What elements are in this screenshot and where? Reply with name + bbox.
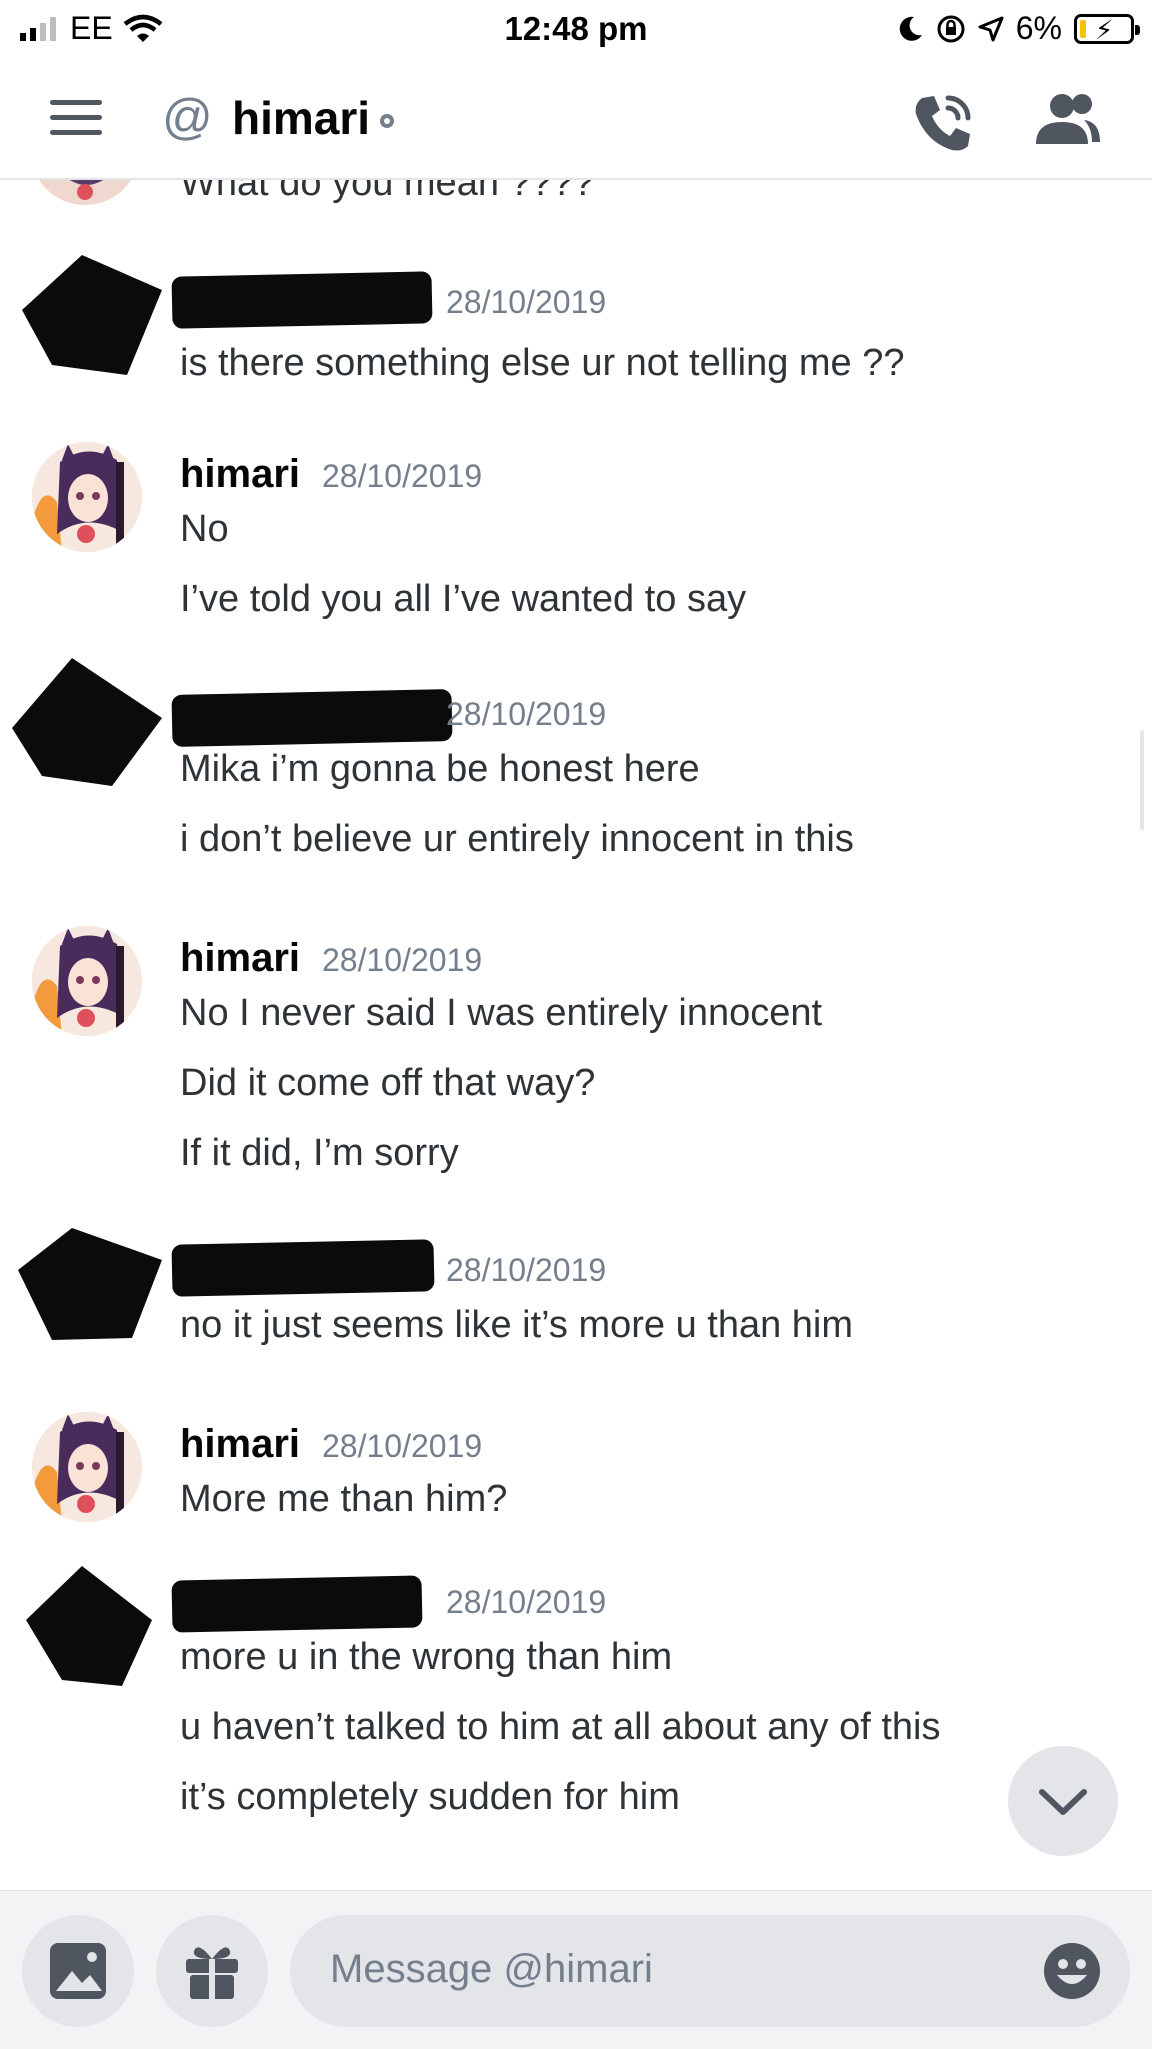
timestamp: 28/10/2019 (446, 1252, 607, 1288)
message-text: it’s completely sudden for him (180, 1776, 680, 1818)
location-icon (978, 16, 1004, 41)
message-text: I’ve told you all I’ve wanted to say (180, 578, 747, 620)
scrollbar[interactable] (1140, 730, 1144, 830)
avatar[interactable] (32, 442, 142, 552)
timestamp: 28/10/2019 (446, 696, 607, 732)
message-input-placeholder: Message @himari (330, 1947, 653, 1991)
members-icon[interactable] (1034, 92, 1102, 148)
timestamp: 28/10/2019 (322, 1428, 483, 1464)
emoji-icon[interactable] (1042, 1941, 1102, 2001)
gift-icon (186, 1947, 238, 1999)
at-icon: @ (162, 89, 213, 145)
avatar[interactable] (12, 250, 162, 380)
moon-icon (899, 16, 922, 41)
message-text: no it just seems like it’s more u than h… (180, 1304, 854, 1346)
timestamp: 28/10/2019 (322, 942, 483, 978)
status-indicators: 6% ⚡ (896, 10, 1140, 47)
message-text: i don’t believe ur entirely innocent in … (180, 818, 854, 860)
status-bar: EE 12:48 pm 6% ⚡ (0, 0, 1152, 60)
message-input[interactable]: Message @himari (290, 1915, 1130, 2027)
message-author[interactable]: himari (180, 452, 300, 497)
message-composer: Message @himari (0, 1890, 1152, 2049)
message-text: More me than him? (180, 1478, 508, 1520)
timestamp: 28/10/2019 (322, 458, 483, 494)
avatar[interactable] (12, 1220, 162, 1350)
gift-button[interactable] (156, 1915, 268, 2027)
charging-bolt-icon: ⚡ (1095, 14, 1114, 45)
message-list[interactable]: What do you mean ???? 28/10/2019 is ther… (0, 180, 1152, 1890)
message-author[interactable]: himari (180, 936, 300, 981)
avatar[interactable] (12, 1560, 162, 1690)
orientation-lock-icon (937, 15, 965, 42)
avatar-partial[interactable] (30, 180, 140, 210)
message-text: more u in the wrong than him (180, 1636, 673, 1678)
message-text: Mika i’m gonna be honest here (180, 748, 700, 790)
battery-fill (1080, 19, 1086, 38)
redacted-username (171, 1239, 435, 1297)
avatar[interactable] (12, 658, 162, 788)
scroll-to-bottom-button[interactable] (1008, 1746, 1118, 1856)
offline-status-icon (380, 114, 394, 128)
phone-call-icon[interactable] (912, 90, 976, 154)
timestamp: 28/10/2019 (446, 284, 607, 320)
channel-title: himari (232, 92, 371, 144)
channel-header: @ himari (0, 60, 1152, 180)
upload-image-button[interactable] (22, 1915, 134, 2027)
message-author[interactable]: himari (180, 1422, 300, 1467)
message-text: No I never said I was entirely innocent (180, 992, 823, 1034)
redacted-username (171, 1575, 423, 1633)
redacted-username (171, 271, 433, 329)
message-text: No (180, 508, 229, 550)
message-text: u haven’t talked to him at all about any… (180, 1706, 941, 1748)
message-text: What do you mean ???? (180, 180, 595, 204)
hamburger-menu-icon[interactable] (50, 98, 102, 138)
message-text: Did it come off that way? (180, 1062, 596, 1104)
avatar[interactable] (32, 1412, 142, 1522)
redacted-username (171, 689, 453, 747)
battery-icon: ⚡ (1074, 13, 1140, 45)
battery-percent: 6% (1015, 10, 1062, 46)
message-text: is there something else ur not telling m… (180, 342, 905, 384)
image-icon (50, 1943, 106, 1999)
avatar[interactable] (32, 926, 142, 1036)
chevron-down-icon (1039, 1789, 1087, 1815)
message-text: If it did, I’m sorry (180, 1132, 459, 1174)
timestamp: 28/10/2019 (446, 1584, 607, 1620)
